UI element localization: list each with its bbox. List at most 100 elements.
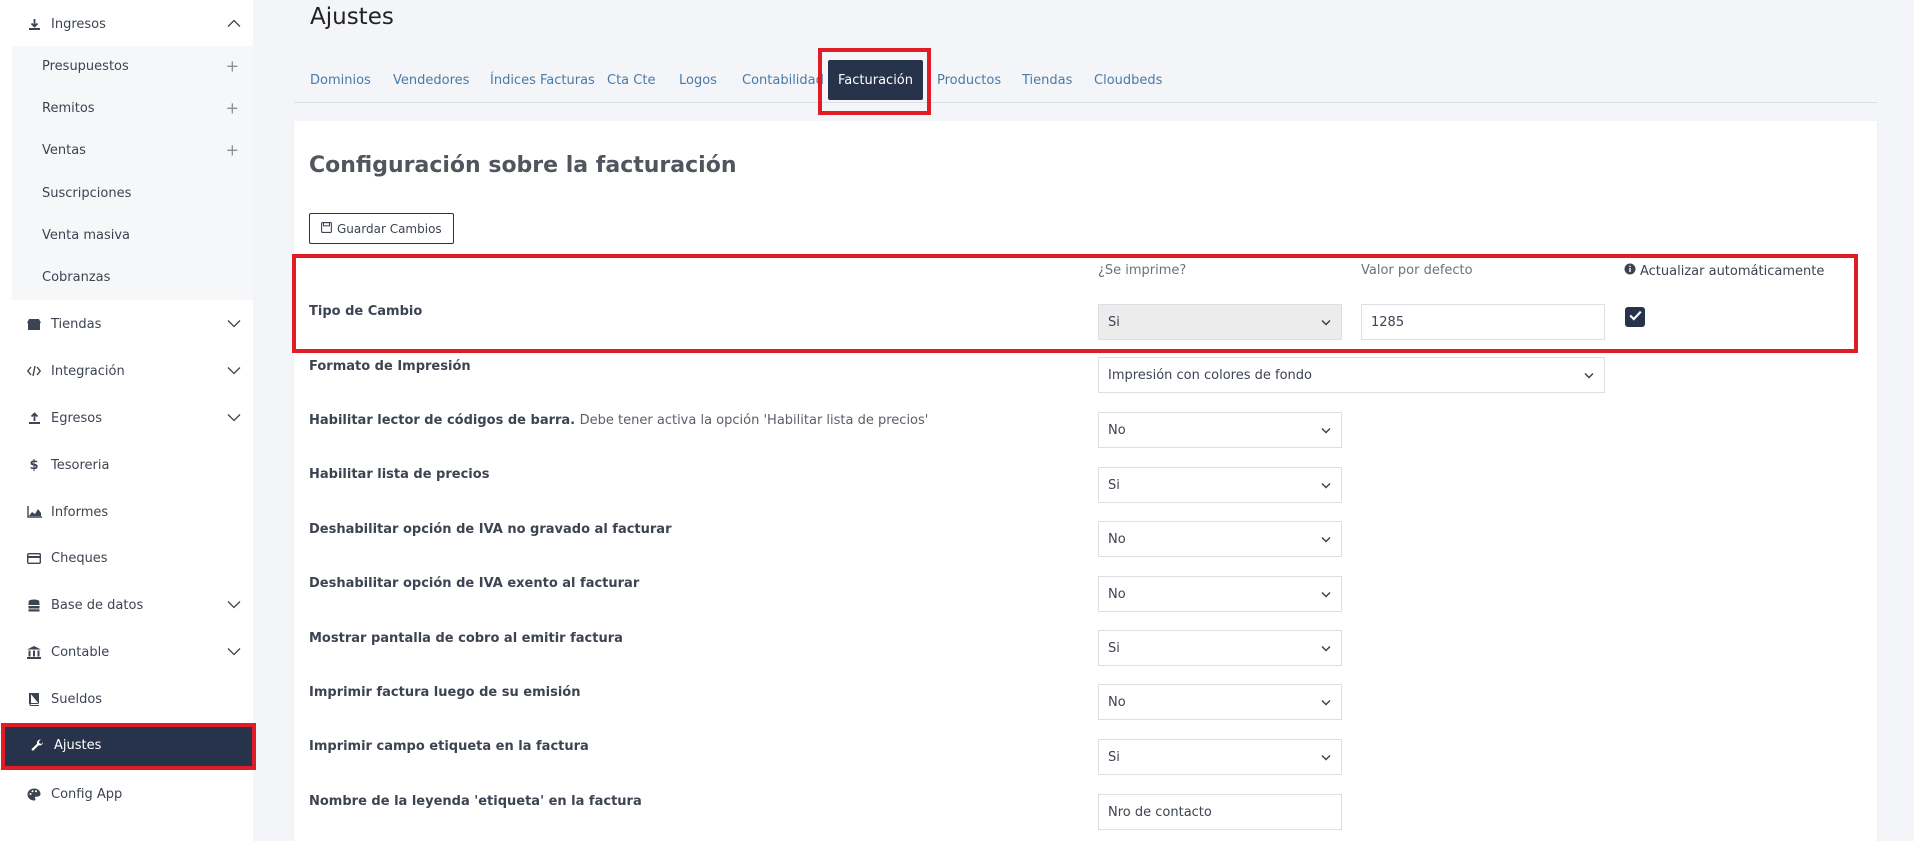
store-icon: [25, 318, 43, 331]
dollar-icon: $: [29, 457, 39, 473]
row-label-formato-impresion: Formato de Impresión: [309, 359, 471, 374]
plus-icon[interactable]: +: [226, 57, 239, 76]
row-label-iva-no-gravado: Deshabilitar opción de IVA no gravado al…: [309, 522, 672, 537]
save-button-label: Guardar Cambios: [337, 221, 442, 236]
tab-productos[interactable]: Productos: [937, 58, 1001, 102]
tipo-cambio-print-select[interactable]: Si: [1098, 304, 1342, 340]
sidebar-item-ajustes[interactable]: Ajustes: [3, 724, 253, 766]
lista-precios-select[interactable]: Si: [1098, 467, 1342, 503]
column-header-label: Actualizar automáticamente: [1640, 263, 1825, 279]
formato-impresion-select[interactable]: Impresión con colores de fondo: [1098, 357, 1605, 393]
auto-update-checkbox[interactable]: [1625, 307, 1645, 327]
select-value: No: [1108, 531, 1126, 547]
sidebar-subitem-label: Remitos: [42, 100, 95, 116]
sidebar-item-label: Tiendas: [51, 316, 102, 332]
select-value: No: [1108, 586, 1126, 602]
palette-icon: [25, 788, 43, 801]
plus-icon[interactable]: +: [226, 99, 239, 118]
chevron-up-icon: [227, 17, 241, 32]
sidebar-item-label: Egresos: [51, 410, 103, 426]
chevron-down-icon: [227, 645, 241, 660]
row-label-campo-etiqueta: Imprimir campo etiqueta en la factura: [309, 739, 589, 754]
sidebar-subitem-remitos[interactable]: Remitos +: [42, 93, 253, 123]
sidebar-item-tesoreria[interactable]: $ Tesoreria: [0, 445, 253, 485]
tab-indices-facturas[interactable]: Índices Facturas: [490, 58, 595, 102]
chart-icon: [25, 506, 43, 518]
column-header-print: ¿Se imprime?: [1098, 263, 1187, 278]
leyenda-etiqueta-input[interactable]: Nro de contacto: [1098, 794, 1342, 830]
column-header-default: Valor por defecto: [1361, 263, 1473, 278]
tab-cloudbeds[interactable]: Cloudbeds: [1094, 58, 1162, 102]
chevron-down-icon: [1321, 315, 1331, 330]
sidebar-item-label: Sueldos: [51, 691, 103, 707]
sidebar-item-label: Informes: [51, 504, 109, 520]
save-icon: [321, 221, 332, 236]
database-icon: [25, 599, 43, 612]
sidebar-item-config-app[interactable]: Config App: [0, 774, 253, 814]
select-value: Si: [1108, 749, 1120, 765]
sidebar-item-ingresos[interactable]: Ingresos: [0, 4, 253, 44]
chevron-down-icon: [1321, 532, 1331, 547]
iva-exento-select[interactable]: No: [1098, 576, 1342, 612]
row-label-imprimir-factura: Imprimir factura luego de su emisión: [309, 685, 581, 700]
billing-settings-card: Configuración sobre la facturación Guard…: [294, 121, 1877, 841]
sidebar-item-informes[interactable]: Informes: [0, 492, 253, 532]
sidebar-subitem-suscripciones[interactable]: Suscripciones: [42, 178, 253, 208]
plus-icon[interactable]: +: [226, 141, 239, 160]
chevron-down-icon: [227, 317, 241, 332]
sidebar-item-cheques[interactable]: Cheques: [0, 538, 253, 578]
download-icon: [25, 18, 43, 31]
sidebar-subitem-label: Presupuestos: [42, 58, 129, 74]
row-label-lista-precios: Habilitar lista de precios: [309, 467, 490, 482]
code-icon: [25, 365, 43, 377]
sidebar-item-egresos[interactable]: Egresos: [0, 398, 253, 438]
save-button[interactable]: Guardar Cambios: [309, 213, 454, 244]
sidebar-subitem-presupuestos[interactable]: Presupuestos +: [42, 51, 253, 81]
sidebar-item-base-de-datos[interactable]: Base de datos: [0, 585, 253, 625]
sidebar-subitem-venta-masiva[interactable]: Venta masiva: [42, 220, 253, 250]
select-value: Si: [1108, 477, 1120, 493]
row-label-iva-exento: Deshabilitar opción de IVA exento al fac…: [309, 576, 640, 591]
lector-codigos-select[interactable]: No: [1098, 412, 1342, 448]
imprimir-factura-select[interactable]: No: [1098, 684, 1342, 720]
upload-icon: [25, 411, 43, 425]
sidebar-item-label: Cheques: [51, 550, 108, 566]
sidebar-item-label: Ajustes: [54, 737, 102, 753]
tab-logos[interactable]: Logos: [679, 58, 717, 102]
sidebar-item-sueldos[interactable]: Sueldos: [0, 679, 253, 719]
pantalla-cobro-select[interactable]: Si: [1098, 630, 1342, 666]
row-label-lector-codigos: Habilitar lector de códigos de barra. De…: [309, 413, 928, 428]
chevron-down-icon: [1321, 695, 1331, 710]
input-value: Nro de contacto: [1108, 804, 1212, 820]
sidebar-subitem-ventas[interactable]: Ventas +: [42, 135, 253, 165]
campo-etiqueta-select[interactable]: Si: [1098, 739, 1342, 775]
select-value: Si: [1108, 640, 1120, 656]
row-label-pantalla-cobro: Mostrar pantalla de cobro al emitir fact…: [309, 631, 623, 646]
tab-facturacion[interactable]: Facturación: [828, 60, 923, 100]
sidebar-item-tiendas[interactable]: Tiendas: [0, 304, 253, 344]
chevron-down-icon: [1584, 368, 1594, 383]
tab-dominios[interactable]: Dominios: [310, 58, 371, 102]
chevron-down-icon: [1321, 478, 1331, 493]
page-title: Ajustes: [310, 4, 394, 30]
tab-vendedores[interactable]: Vendedores: [393, 58, 469, 102]
tab-tiendas[interactable]: Tiendas: [1022, 58, 1072, 102]
sidebar-subitem-cobranzas[interactable]: Cobranzas: [42, 262, 253, 292]
row-label-note: Debe tener activa la opción 'Habilitar l…: [579, 413, 929, 428]
sidebar-item-label: Integración: [51, 363, 125, 379]
sidebar-subitem-label: Ventas: [42, 142, 86, 158]
tab-cta-cte[interactable]: Cta Cte: [607, 58, 655, 102]
info-icon: [1624, 263, 1636, 279]
select-value: No: [1108, 694, 1126, 710]
iva-no-gravado-select[interactable]: No: [1098, 521, 1342, 557]
tab-contabilidad[interactable]: Contabilidad: [742, 58, 824, 102]
row-label-tipo-cambio: Tipo de Cambio: [309, 304, 423, 319]
sidebar-item-contable[interactable]: Contable: [0, 632, 253, 672]
chevron-down-icon: [1321, 750, 1331, 765]
tipo-cambio-default-input[interactable]: 1285: [1361, 304, 1605, 340]
sidebar-item-integracion[interactable]: Integración: [0, 351, 253, 391]
settings-tabs: Dominios Vendedores Índices Facturas Cta…: [294, 58, 1877, 103]
sidebar-subitem-label: Cobranzas: [42, 269, 111, 285]
select-value: Si: [1108, 314, 1120, 330]
check-icon: [1628, 310, 1642, 325]
